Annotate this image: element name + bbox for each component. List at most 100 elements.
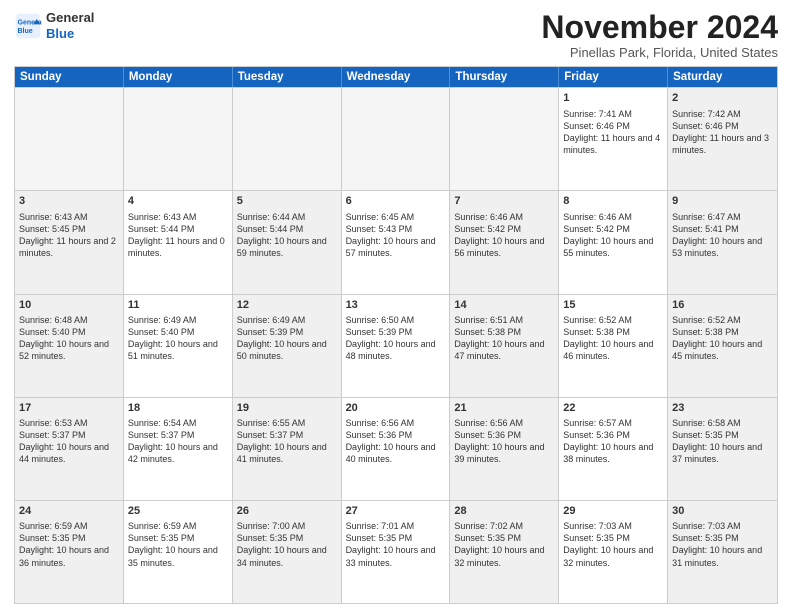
cell-info: Sunrise: 6:45 AMSunset: 5:43 PMDaylight:… — [346, 211, 446, 260]
cell-info: Sunrise: 6:57 AMSunset: 5:36 PMDaylight:… — [563, 417, 663, 466]
day-number: 10 — [19, 298, 119, 313]
calendar-header: SundayMondayTuesdayWednesdayThursdayFrid… — [15, 67, 777, 87]
calendar-cell-empty-0-4 — [450, 88, 559, 190]
calendar-cell-10: 10Sunrise: 6:48 AMSunset: 5:40 PMDayligh… — [15, 295, 124, 397]
calendar-cell-empty-0-3 — [342, 88, 451, 190]
cell-info: Sunrise: 6:52 AMSunset: 5:38 PMDaylight:… — [563, 314, 663, 363]
cell-info: Sunrise: 6:59 AMSunset: 5:35 PMDaylight:… — [19, 520, 119, 569]
calendar-cell-4: 4 Sunrise: 6:43 AMSunset: 5:44 PMDaylight… — [124, 191, 233, 293]
day-number: 24 — [19, 504, 119, 519]
calendar-cell-29: 29Sunrise: 7:03 AMSunset: 5:35 PMDayligh… — [559, 501, 668, 603]
calendar-cell-23: 23Sunrise: 6:58 AMSunset: 5:35 PMDayligh… — [668, 398, 777, 500]
header-right: November 2024 Pinellas Park, Florida, Un… — [541, 10, 778, 60]
calendar-cell-19: 19Sunrise: 6:55 AMSunset: 5:37 PMDayligh… — [233, 398, 342, 500]
month-title: November 2024 — [541, 10, 778, 45]
calendar-cell-25: 25Sunrise: 6:59 AMSunset: 5:35 PMDayligh… — [124, 501, 233, 603]
cell-info: Sunrise: 7:41 AMSunset: 6:46 PMDaylight:… — [563, 108, 663, 157]
header-day-friday: Friday — [559, 67, 668, 87]
calendar-cell-27: 27Sunrise: 7:01 AMSunset: 5:35 PMDayligh… — [342, 501, 451, 603]
calendar-cell-9: 9Sunrise: 6:47 AMSunset: 5:41 PMDaylight… — [668, 191, 777, 293]
calendar-cell-18: 18Sunrise: 6:54 AMSunset: 5:37 PMDayligh… — [124, 398, 233, 500]
header-day-wednesday: Wednesday — [342, 67, 451, 87]
day-number: 21 — [454, 401, 554, 416]
day-number: 27 — [346, 504, 446, 519]
cell-info: Sunrise: 6:43 AMSunset: 5:44 PMDaylight:… — [128, 211, 228, 260]
cell-info: Sunrise: 6:43 AMSunset: 5:45 PMDaylight:… — [19, 211, 119, 260]
day-number: 6 — [346, 194, 446, 209]
cell-info: Sunrise: 6:46 AMSunset: 5:42 PMDaylight:… — [563, 211, 663, 260]
calendar-cell-8: 8 Sunrise: 6:46 AMSunset: 5:42 PMDaylight… — [559, 191, 668, 293]
calendar-cell-17: 17Sunrise: 6:53 AMSunset: 5:37 PMDayligh… — [15, 398, 124, 500]
calendar-cell-7: 7 Sunrise: 6:46 AMSunset: 5:42 PMDaylight… — [450, 191, 559, 293]
day-number: 18 — [128, 401, 228, 416]
calendar-cell-21: 21Sunrise: 6:56 AMSunset: 5:36 PMDayligh… — [450, 398, 559, 500]
cell-info: Sunrise: 6:52 AMSunset: 5:38 PMDaylight:… — [672, 314, 773, 363]
calendar-row-2: 10Sunrise: 6:48 AMSunset: 5:40 PMDayligh… — [15, 294, 777, 397]
header-day-monday: Monday — [124, 67, 233, 87]
logo-icon: General Blue — [14, 12, 42, 40]
svg-text:Blue: Blue — [18, 28, 33, 35]
header-day-thursday: Thursday — [450, 67, 559, 87]
day-number: 20 — [346, 401, 446, 416]
calendar-cell-15: 15Sunrise: 6:52 AMSunset: 5:38 PMDayligh… — [559, 295, 668, 397]
calendar-cell-3: 3 Sunrise: 6:43 AMSunset: 5:45 PMDaylight… — [15, 191, 124, 293]
calendar-cell-empty-0-0 — [15, 88, 124, 190]
calendar-cell-1: 1 Sunrise: 7:41 AMSunset: 6:46 PMDaylight… — [559, 88, 668, 190]
header-day-tuesday: Tuesday — [233, 67, 342, 87]
cell-info: Sunrise: 6:49 AMSunset: 5:40 PMDaylight:… — [128, 314, 228, 363]
cell-info: Sunrise: 7:42 AMSunset: 6:46 PMDaylight:… — [672, 108, 773, 157]
cell-info: Sunrise: 6:54 AMSunset: 5:37 PMDaylight:… — [128, 417, 228, 466]
day-number: 23 — [672, 401, 773, 416]
cell-info: Sunrise: 6:53 AMSunset: 5:37 PMDaylight:… — [19, 417, 119, 466]
calendar-row-4: 24Sunrise: 6:59 AMSunset: 5:35 PMDayligh… — [15, 500, 777, 603]
day-number: 30 — [672, 504, 773, 519]
calendar-row-0: 1 Sunrise: 7:41 AMSunset: 6:46 PMDaylight… — [15, 87, 777, 190]
calendar-cell-26: 26Sunrise: 7:00 AMSunset: 5:35 PMDayligh… — [233, 501, 342, 603]
calendar-cell-16: 16Sunrise: 6:52 AMSunset: 5:38 PMDayligh… — [668, 295, 777, 397]
cell-info: Sunrise: 7:02 AMSunset: 5:35 PMDaylight:… — [454, 520, 554, 569]
calendar-cell-30: 30Sunrise: 7:03 AMSunset: 5:35 PMDayligh… — [668, 501, 777, 603]
cell-info: Sunrise: 7:03 AMSunset: 5:35 PMDaylight:… — [563, 520, 663, 569]
cell-info: Sunrise: 6:46 AMSunset: 5:42 PMDaylight:… — [454, 211, 554, 260]
calendar-cell-24: 24Sunrise: 6:59 AMSunset: 5:35 PMDayligh… — [15, 501, 124, 603]
calendar-row-1: 3 Sunrise: 6:43 AMSunset: 5:45 PMDaylight… — [15, 190, 777, 293]
logo-text-blue: Blue — [46, 26, 94, 42]
day-number: 8 — [563, 194, 663, 209]
day-number: 3 — [19, 194, 119, 209]
header: General Blue General Blue November 2024 … — [14, 10, 778, 60]
calendar-cell-2: 2Sunrise: 7:42 AMSunset: 6:46 PMDaylight… — [668, 88, 777, 190]
day-number: 26 — [237, 504, 337, 519]
day-number: 13 — [346, 298, 446, 313]
calendar-row-3: 17Sunrise: 6:53 AMSunset: 5:37 PMDayligh… — [15, 397, 777, 500]
calendar-cell-28: 28Sunrise: 7:02 AMSunset: 5:35 PMDayligh… — [450, 501, 559, 603]
cell-info: Sunrise: 6:51 AMSunset: 5:38 PMDaylight:… — [454, 314, 554, 363]
calendar-cell-5: 5Sunrise: 6:44 AMSunset: 5:44 PMDaylight… — [233, 191, 342, 293]
day-number: 1 — [563, 91, 663, 106]
header-day-sunday: Sunday — [15, 67, 124, 87]
logo: General Blue General Blue — [14, 10, 94, 41]
day-number: 7 — [454, 194, 554, 209]
cell-info: Sunrise: 6:50 AMSunset: 5:39 PMDaylight:… — [346, 314, 446, 363]
cell-info: Sunrise: 6:56 AMSunset: 5:36 PMDaylight:… — [454, 417, 554, 466]
calendar-cell-14: 14Sunrise: 6:51 AMSunset: 5:38 PMDayligh… — [450, 295, 559, 397]
cell-info: Sunrise: 6:48 AMSunset: 5:40 PMDaylight:… — [19, 314, 119, 363]
day-number: 28 — [454, 504, 554, 519]
calendar-cell-22: 22Sunrise: 6:57 AMSunset: 5:36 PMDayligh… — [559, 398, 668, 500]
calendar-cell-20: 20Sunrise: 6:56 AMSunset: 5:36 PMDayligh… — [342, 398, 451, 500]
day-number: 9 — [672, 194, 773, 209]
cell-info: Sunrise: 7:00 AMSunset: 5:35 PMDaylight:… — [237, 520, 337, 569]
day-number: 12 — [237, 298, 337, 313]
calendar-body: 1 Sunrise: 7:41 AMSunset: 6:46 PMDaylight… — [15, 87, 777, 603]
cell-info: Sunrise: 6:49 AMSunset: 5:39 PMDaylight:… — [237, 314, 337, 363]
cell-info: Sunrise: 7:01 AMSunset: 5:35 PMDaylight:… — [346, 520, 446, 569]
day-number: 5 — [237, 194, 337, 209]
cell-info: Sunrise: 6:55 AMSunset: 5:37 PMDaylight:… — [237, 417, 337, 466]
calendar-cell-12: 12Sunrise: 6:49 AMSunset: 5:39 PMDayligh… — [233, 295, 342, 397]
cell-info: Sunrise: 6:58 AMSunset: 5:35 PMDaylight:… — [672, 417, 773, 466]
day-number: 15 — [563, 298, 663, 313]
calendar: SundayMondayTuesdayWednesdayThursdayFrid… — [14, 66, 778, 604]
header-day-saturday: Saturday — [668, 67, 777, 87]
day-number: 4 — [128, 194, 228, 209]
calendar-cell-6: 6 Sunrise: 6:45 AMSunset: 5:43 PMDaylight… — [342, 191, 451, 293]
calendar-cell-11: 11Sunrise: 6:49 AMSunset: 5:40 PMDayligh… — [124, 295, 233, 397]
